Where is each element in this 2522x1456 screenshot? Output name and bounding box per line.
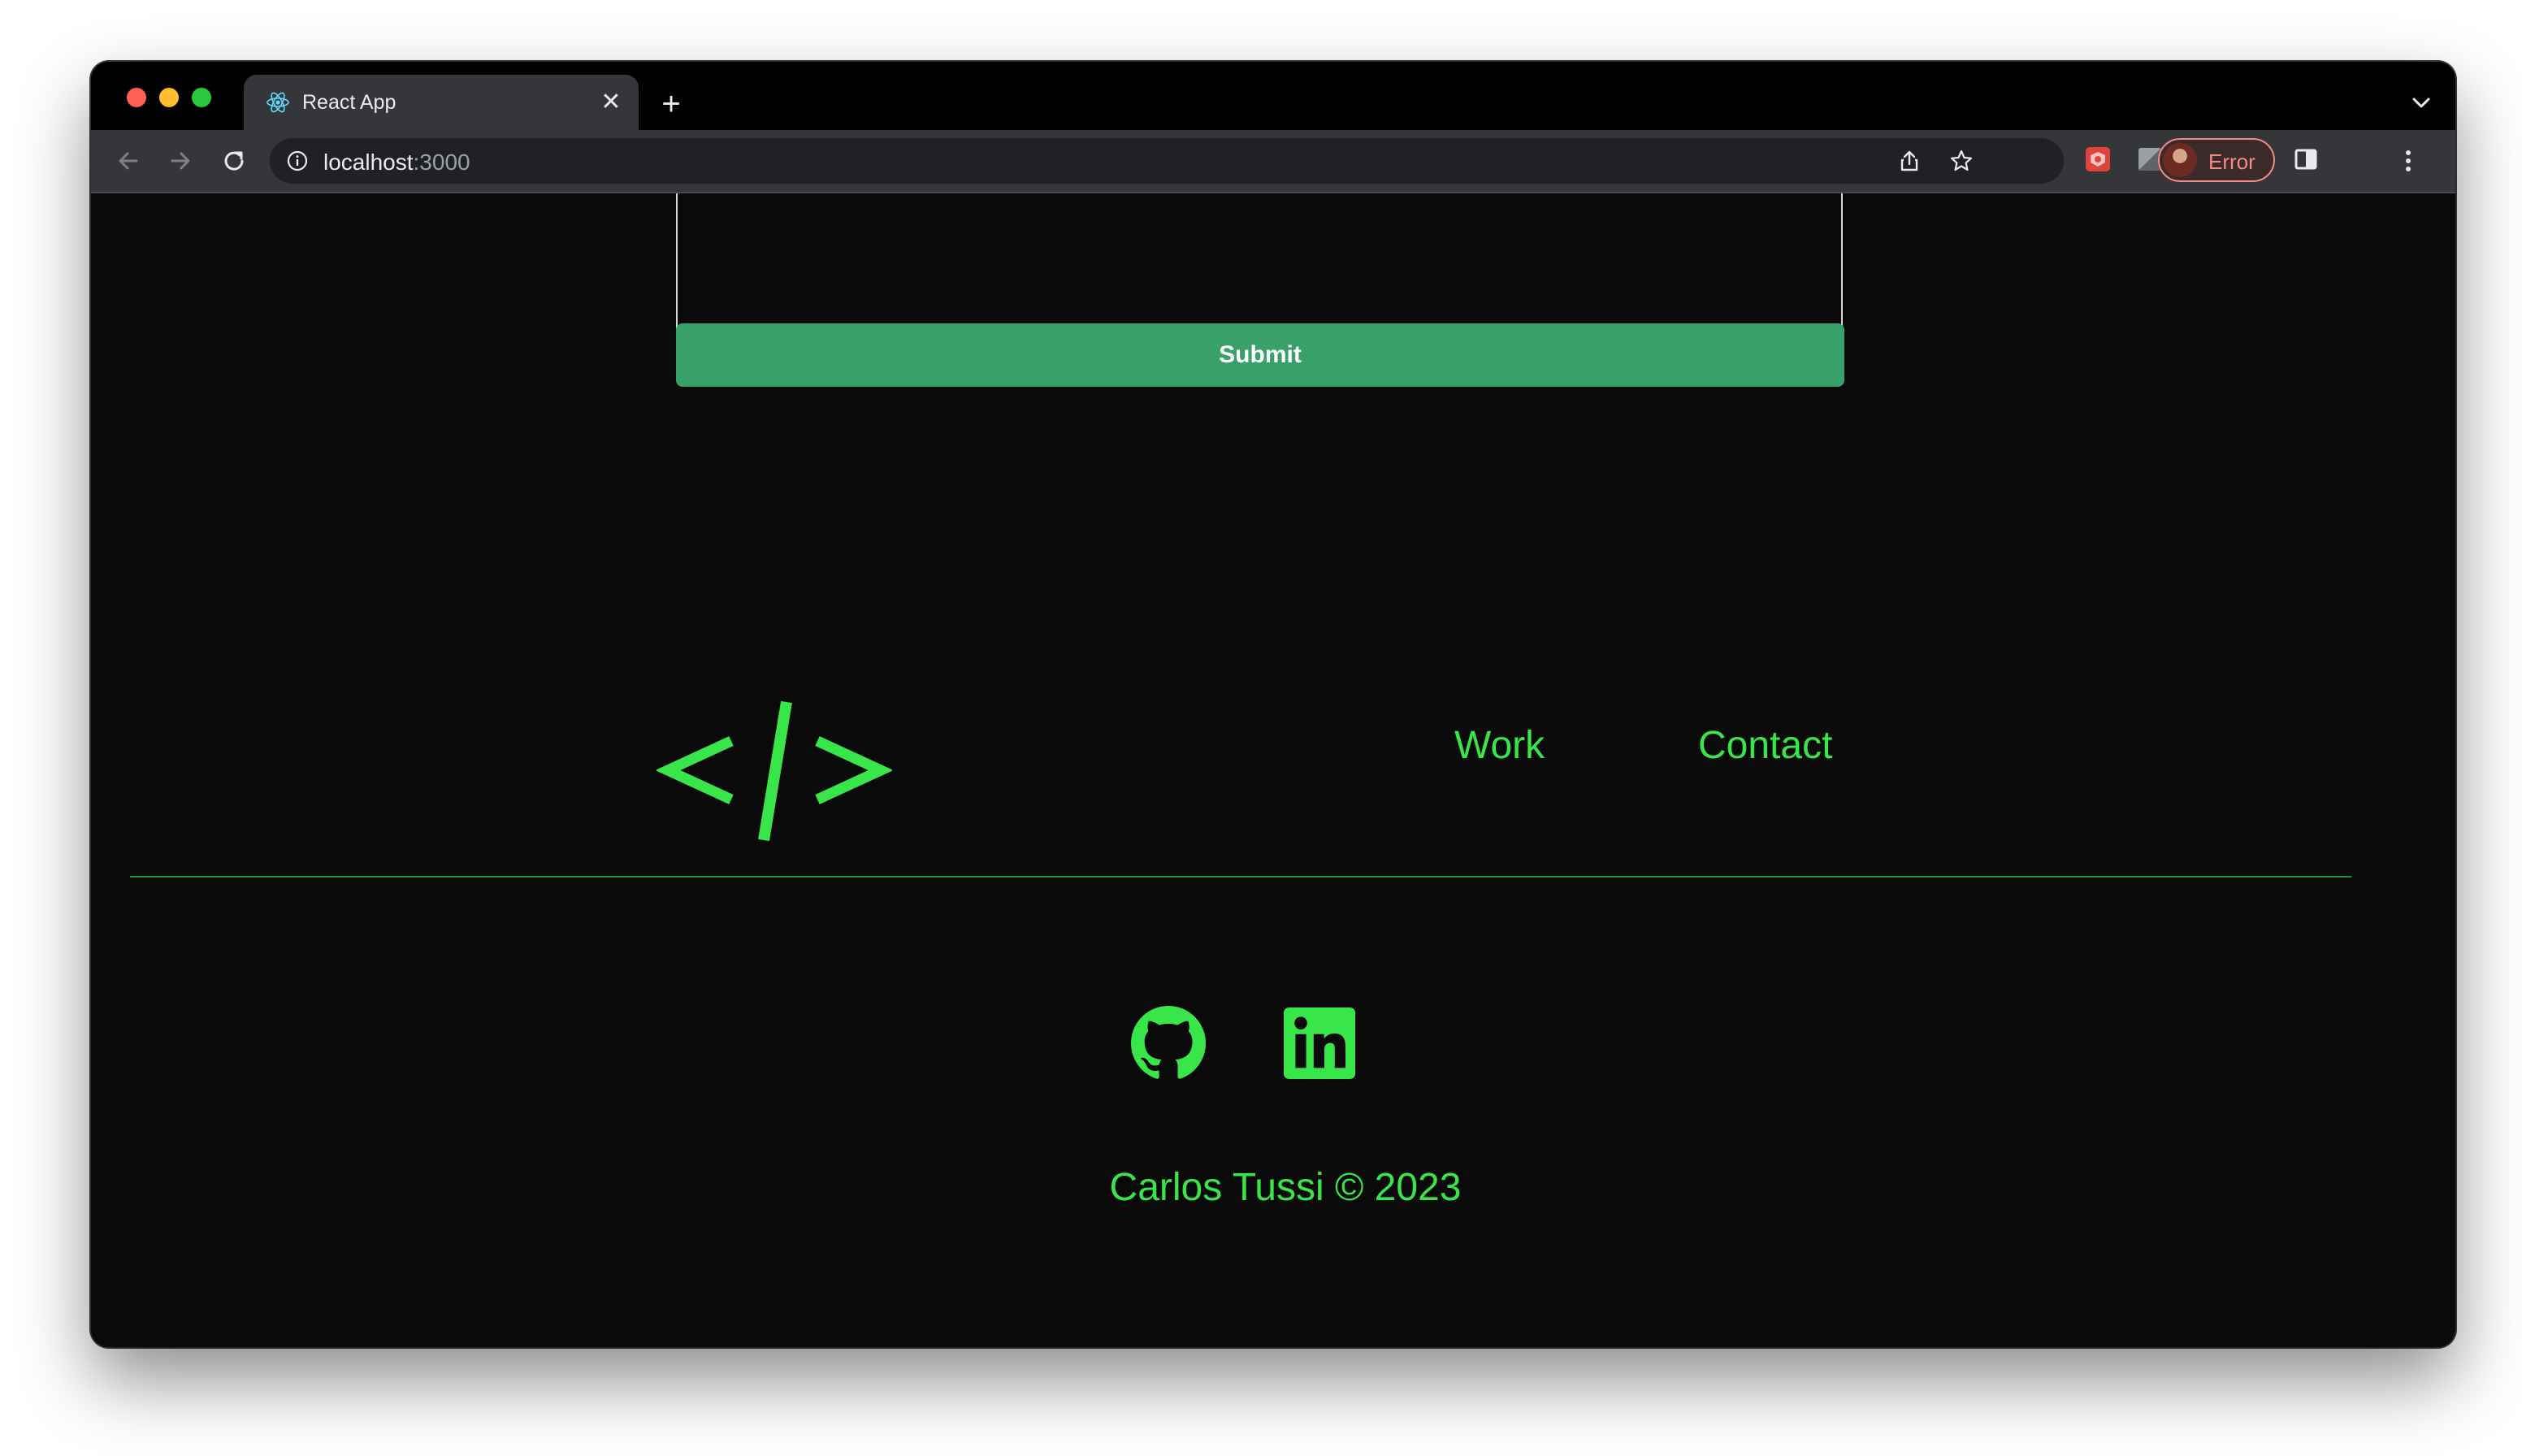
site-info-icon[interactable]: [286, 150, 309, 172]
maximize-window-button[interactable]: [192, 88, 211, 107]
browser-window: React App ✕ + localhost:3000 Error Submi…: [91, 62, 2455, 1347]
share-icon[interactable]: [1896, 148, 1922, 174]
minimize-window-button[interactable]: [159, 88, 179, 107]
github-icon[interactable]: [1129, 1004, 1207, 1082]
back-arrow-icon[interactable]: [112, 145, 145, 177]
url-host: localhost: [323, 150, 414, 175]
tab-react-app[interactable]: React App ✕: [244, 75, 639, 130]
new-tab-button[interactable]: +: [655, 88, 687, 120]
menu-kebab-icon[interactable]: [2394, 146, 2423, 176]
url-text: localhost:3000: [323, 150, 470, 176]
avatar: [2163, 143, 2197, 177]
profile-error-button[interactable]: Error: [2158, 138, 2275, 182]
bookmark-star-icon[interactable]: [1948, 148, 1974, 174]
side-panel-icon[interactable]: [2291, 145, 2320, 174]
react-icon: [266, 92, 289, 113]
browser-toolbar: localhost:3000 C: [91, 130, 2455, 193]
reload-icon[interactable]: [218, 145, 250, 177]
address-bar[interactable]: localhost:3000: [270, 138, 2064, 184]
submit-button[interactable]: Submit: [676, 323, 1844, 387]
copyright-text: Carlos Tussi © 2023: [1109, 1166, 1462, 1209]
page-viewport: Submit Work Contact Carlos Tussi © 2023: [91, 193, 2455, 1347]
footer-link-work[interactable]: Work: [1454, 723, 1545, 768]
extension-red-icon[interactable]: [2083, 145, 2112, 174]
tab-search-chevron-icon[interactable]: [2408, 89, 2434, 115]
code-brackets-logo[interactable]: [656, 691, 892, 853]
url-port: :3000: [413, 150, 470, 175]
profile-label: Error: [2208, 150, 2256, 174]
message-textarea[interactable]: [676, 193, 1843, 337]
forward-arrow-icon[interactable]: [164, 145, 197, 177]
footer-divider: [130, 876, 2351, 878]
close-window-button[interactable]: [127, 88, 146, 107]
footer-link-contact[interactable]: Contact: [1698, 723, 1832, 768]
tab-title: React App: [302, 91, 396, 114]
tab-strip: React App ✕ +: [91, 62, 2455, 130]
linkedin-icon[interactable]: [1280, 1004, 1358, 1082]
close-tab-icon[interactable]: ✕: [598, 89, 624, 115]
